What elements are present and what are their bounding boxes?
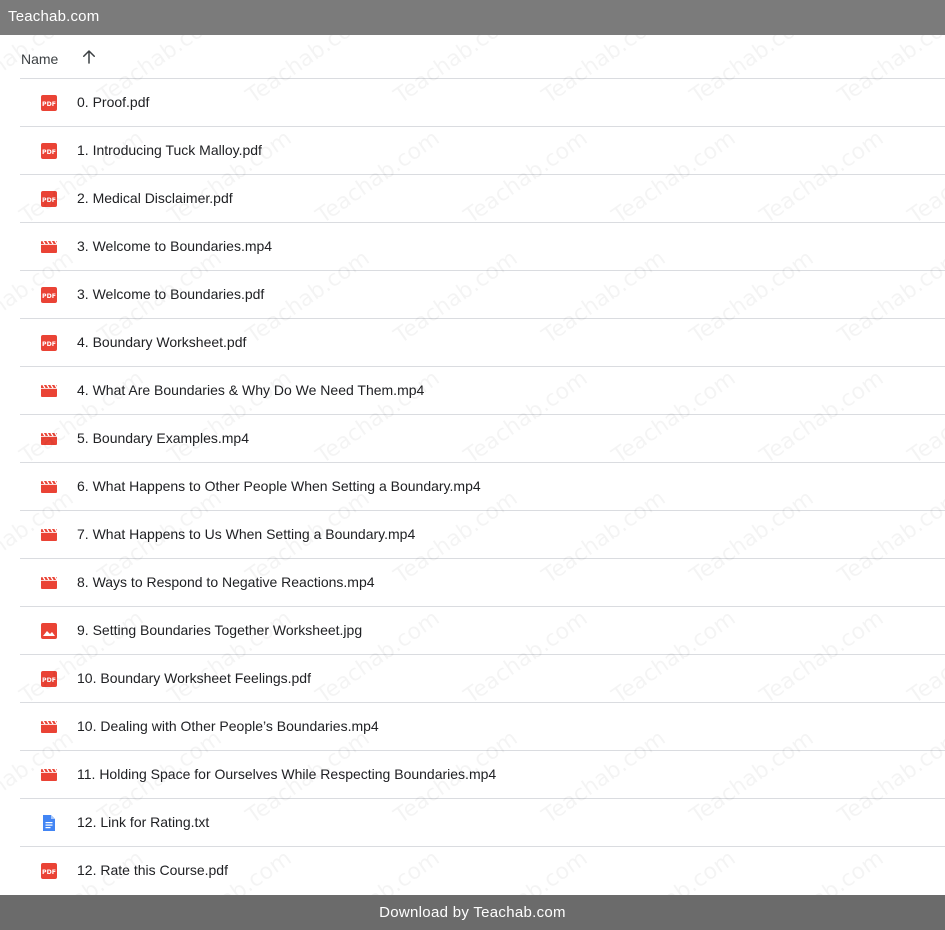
file-name[interactable]: 6. What Happens to Other People When Set… — [77, 478, 481, 494]
file-name[interactable]: 10. Boundary Worksheet Feelings.pdf — [77, 670, 311, 686]
file-row[interactable]: 11. Holding Space for Ourselves While Re… — [20, 751, 945, 799]
file-row[interactable]: 12. Link for Rating.txt — [20, 799, 945, 847]
file-name[interactable]: 11. Holding Space for Ourselves While Re… — [77, 766, 496, 782]
file-row[interactable]: PDF 2. Medical Disclaimer.pdf — [20, 175, 945, 223]
image-file-icon — [40, 622, 58, 640]
top-bar: Teachab.com — [0, 0, 945, 35]
video-file-icon — [40, 574, 58, 592]
video-file-icon — [40, 382, 58, 400]
pdf-file-icon: PDF — [40, 334, 58, 352]
file-row[interactable]: PDF 12. Rate this Course.pdf — [20, 847, 945, 894]
file-name[interactable]: 5. Boundary Examples.mp4 — [77, 430, 249, 446]
file-name[interactable]: 0. Proof.pdf — [77, 94, 149, 110]
file-row[interactable]: PDF 10. Boundary Worksheet Feelings.pdf — [20, 655, 945, 703]
name-column-header[interactable]: Name — [21, 51, 58, 67]
file-row[interactable]: 3. Welcome to Boundaries.mp4 — [20, 223, 945, 271]
video-file-icon — [40, 430, 58, 448]
svg-text:PDF: PDF — [42, 197, 56, 204]
svg-text:PDF: PDF — [42, 293, 56, 300]
arrow-up-icon[interactable] — [80, 48, 98, 66]
file-name[interactable]: 10. Dealing with Other People’s Boundari… — [77, 718, 379, 734]
svg-text:PDF: PDF — [42, 149, 56, 156]
footer-bar: Download by Teachab.com — [0, 895, 945, 930]
file-list: PDF 0. Proof.pdf PDF 1. Introducing Tuck Ma… — [0, 79, 945, 894]
svg-text:PDF: PDF — [42, 677, 56, 684]
file-row[interactable]: 6. What Happens to Other People When Set… — [20, 463, 945, 511]
file-row[interactable]: PDF 1. Introducing Tuck Malloy.pdf — [20, 127, 945, 175]
svg-text:PDF: PDF — [42, 869, 56, 876]
file-row[interactable]: 5. Boundary Examples.mp4 — [20, 415, 945, 463]
file-name[interactable]: 12. Link for Rating.txt — [77, 814, 209, 830]
file-name[interactable]: 8. Ways to Respond to Negative Reactions… — [77, 574, 375, 590]
video-file-icon — [40, 718, 58, 736]
pdf-file-icon: PDF — [40, 286, 58, 304]
file-name[interactable]: 4. Boundary Worksheet.pdf — [77, 334, 246, 350]
list-header: Name — [0, 35, 945, 79]
file-row[interactable]: 8. Ways to Respond to Negative Reactions… — [20, 559, 945, 607]
video-file-icon — [40, 766, 58, 784]
svg-text:PDF: PDF — [42, 101, 56, 108]
download-link[interactable]: Download by Teachab.com — [379, 904, 566, 921]
file-row[interactable]: PDF 4. Boundary Worksheet.pdf — [20, 319, 945, 367]
document-file-icon — [40, 814, 58, 832]
video-file-icon — [40, 526, 58, 544]
svg-text:PDF: PDF — [42, 341, 56, 348]
pdf-file-icon: PDF — [40, 190, 58, 208]
file-row[interactable]: 4. What Are Boundaries & Why Do We Need … — [20, 367, 945, 415]
file-name[interactable]: 1. Introducing Tuck Malloy.pdf — [77, 142, 262, 158]
site-title: Teachab.com — [8, 8, 100, 25]
file-name[interactable]: 3. Welcome to Boundaries.pdf — [77, 286, 264, 302]
file-name[interactable]: 7. What Happens to Us When Setting a Bou… — [77, 526, 415, 542]
pdf-file-icon: PDF — [40, 862, 58, 880]
file-row[interactable]: PDF 0. Proof.pdf — [20, 79, 945, 127]
pdf-file-icon: PDF — [40, 94, 58, 112]
file-row[interactable]: 9. Setting Boundaries Together Worksheet… — [20, 607, 945, 655]
pdf-file-icon: PDF — [40, 670, 58, 688]
file-row[interactable]: 10. Dealing with Other People’s Boundari… — [20, 703, 945, 751]
file-name[interactable]: 3. Welcome to Boundaries.mp4 — [77, 238, 272, 254]
file-row[interactable]: PDF 3. Welcome to Boundaries.pdf — [20, 271, 945, 319]
file-name[interactable]: 9. Setting Boundaries Together Worksheet… — [77, 622, 362, 638]
file-row[interactable]: 7. What Happens to Us When Setting a Bou… — [20, 511, 945, 559]
video-file-icon — [40, 238, 58, 256]
file-name[interactable]: 2. Medical Disclaimer.pdf — [77, 190, 233, 206]
file-name[interactable]: 4. What Are Boundaries & Why Do We Need … — [77, 382, 424, 398]
file-name[interactable]: 12. Rate this Course.pdf — [77, 862, 228, 878]
video-file-icon — [40, 478, 58, 496]
pdf-file-icon: PDF — [40, 142, 58, 160]
